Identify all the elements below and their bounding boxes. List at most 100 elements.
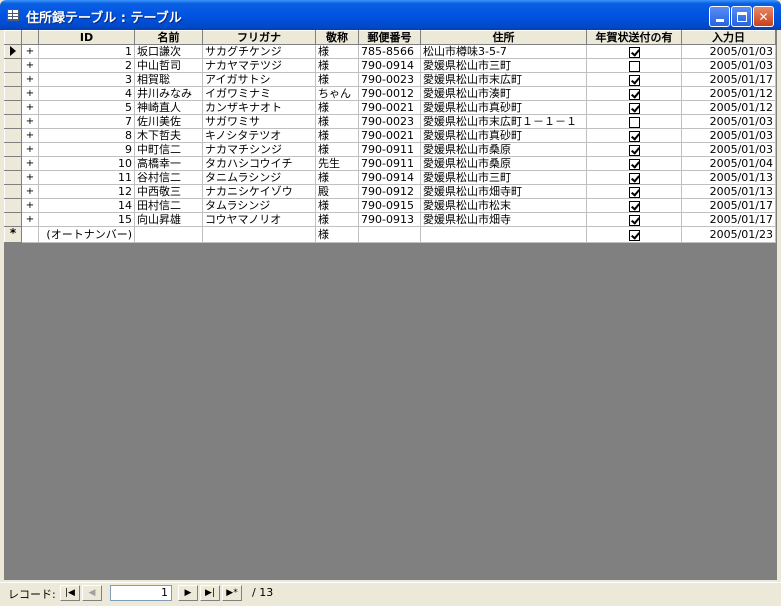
cell-kana[interactable]: タムラシンジ (202, 198, 316, 213)
cell-name[interactable]: 中山哲司 (134, 58, 203, 73)
cell-name[interactable]: 井川みなみ (134, 86, 203, 101)
cell-honorific[interactable]: 様 (315, 198, 359, 213)
subdatasheet-expand[interactable]: + (21, 198, 39, 213)
cell-honorific[interactable]: 様 (315, 100, 359, 115)
table-row[interactable]: +1 坂口謙次 サカグチケンジ様 785-8566 松山市樽味3-5-7 2005/01/… (4, 44, 776, 59)
nenga-checkbox[interactable] (628, 186, 640, 198)
cell-honorific[interactable]: 様 (315, 114, 359, 129)
cell-address[interactable]: 愛媛県松山市桑原 (420, 142, 587, 157)
table-row[interactable]: +9 中町信二 ナカマチシンジ様 790-0911 愛媛県松山市桑原 2005/01/03 (4, 142, 776, 157)
nenga-checkbox[interactable] (628, 229, 640, 241)
record-selector[interactable] (4, 198, 22, 213)
cell-kana[interactable]: イガワミナミ (202, 86, 316, 101)
cell-nenga[interactable] (586, 156, 682, 171)
cell-date[interactable]: 2005/01/17 (681, 198, 776, 213)
record-selector[interactable] (4, 128, 22, 143)
cell-kana[interactable]: アイガサトシ (202, 72, 316, 87)
cell-address[interactable]: 愛媛県松山市末広町１－１－１ (420, 114, 587, 129)
nenga-checkbox[interactable] (628, 144, 640, 156)
cell-zip[interactable]: 790-0911 (358, 142, 421, 157)
cell-zip[interactable]: 790-0912 (358, 184, 421, 199)
nenga-checkbox[interactable] (628, 46, 640, 58)
first-record-button[interactable]: |◀ (60, 585, 80, 601)
cell-kana[interactable]: タニムラシンジ (202, 170, 316, 185)
cell-address[interactable]: 愛媛県松山市三町 (420, 58, 587, 73)
column-header-honorific[interactable]: 敬称 (315, 30, 359, 45)
datasheet-icon[interactable] (7, 9, 19, 21)
minimize-button[interactable] (709, 6, 730, 27)
cell-kana[interactable] (202, 226, 316, 243)
subdatasheet-expand[interactable]: + (21, 58, 39, 73)
cell-nenga[interactable] (586, 114, 682, 129)
cell-zip[interactable]: 790-0021 (358, 128, 421, 143)
table-row[interactable]: +10 高橋幸一 タカハシコウイチ 先生 790-0911 愛媛県松山市桑原 2005/01… (4, 156, 776, 171)
new-record-row[interactable]: * (オートナンバー) 様 2005/01/23 (4, 226, 776, 243)
cell-honorific[interactable]: 様 (315, 58, 359, 73)
table-row[interactable]: +11 谷村信二 タニムラシンジ様 790-0914 愛媛県松山市三町 2005/01/1… (4, 170, 776, 185)
cell-id[interactable]: 14 (38, 198, 135, 213)
record-selector[interactable] (4, 212, 22, 227)
cell-nenga[interactable] (586, 226, 682, 243)
cell-id[interactable]: 15 (38, 212, 135, 227)
cell-date[interactable]: 2005/01/03 (681, 44, 776, 59)
record-selector[interactable] (4, 184, 22, 199)
cell-name[interactable]: 向山昇雄 (134, 212, 203, 227)
cell-kana[interactable]: ナカニシケイゾウ (202, 184, 316, 199)
table-row[interactable]: +15 向山昇雄 コウヤマノリオ様 790-0913 愛媛県松山市畑寺 2005/01/1… (4, 212, 776, 227)
record-selector[interactable] (4, 114, 22, 129)
cell-nenga[interactable] (586, 58, 682, 73)
column-header-nenga[interactable]: 年賀状送付の有 (586, 30, 682, 45)
cell-zip[interactable]: 785-8566 (358, 44, 421, 59)
cell-kana[interactable]: ナカマチシンジ (202, 142, 316, 157)
cell-kana[interactable]: キノシタテツオ (202, 128, 316, 143)
table-row[interactable]: +3 相賀聡 アイガサトシ様 790-0023 愛媛県松山市末広町 2005/01/17 (4, 72, 776, 87)
record-selector[interactable] (4, 170, 22, 185)
cell-kana[interactable]: コウヤマノリオ (202, 212, 316, 227)
column-header-name[interactable]: 名前 (134, 30, 203, 45)
nenga-checkbox[interactable] (628, 158, 640, 170)
record-selector[interactable] (4, 44, 22, 59)
cell-nenga[interactable] (586, 212, 682, 227)
subdatasheet-expand[interactable]: + (21, 142, 39, 157)
last-record-button[interactable]: ▶| (200, 585, 220, 601)
cell-address[interactable]: 愛媛県松山市桑原 (420, 156, 587, 171)
cell-kana[interactable]: タカハシコウイチ (202, 156, 316, 171)
cell-honorific[interactable]: 先生 (315, 156, 359, 171)
cell-date[interactable]: 2005/01/03 (681, 128, 776, 143)
cell-name[interactable]: 中西敬三 (134, 184, 203, 199)
cell-id[interactable]: 11 (38, 170, 135, 185)
cell-nenga[interactable] (586, 72, 682, 87)
cell-date[interactable]: 2005/01/03 (681, 58, 776, 73)
cell-name[interactable]: 中町信二 (134, 142, 203, 157)
record-selector[interactable] (4, 100, 22, 115)
cell-id[interactable]: 3 (38, 72, 135, 87)
cell-id[interactable]: 4 (38, 86, 135, 101)
cell-zip[interactable]: 790-0913 (358, 212, 421, 227)
cell-date[interactable]: 2005/01/12 (681, 100, 776, 115)
title-bar[interactable]: 住所録テーブル : テーブル ✕ (0, 0, 781, 30)
column-header-kana[interactable]: フリガナ (202, 30, 316, 45)
cell-nenga[interactable] (586, 142, 682, 157)
cell-date[interactable]: 2005/01/03 (681, 142, 776, 157)
cell-honorific[interactable]: 様 (315, 72, 359, 87)
nenga-checkbox[interactable] (628, 116, 640, 128)
subdatasheet-expand[interactable]: + (21, 212, 39, 227)
cell-id[interactable]: 9 (38, 142, 135, 157)
cell-date[interactable]: 2005/01/23 (681, 226, 776, 243)
cell-kana[interactable]: サガワミサ (202, 114, 316, 129)
cell-date[interactable]: 2005/01/13 (681, 170, 776, 185)
cell-honorific[interactable]: 様 (315, 128, 359, 143)
cell-address[interactable]: 愛媛県松山市真砂町 (420, 100, 587, 115)
record-selector[interactable] (4, 58, 22, 73)
cell-zip[interactable]: 790-0914 (358, 170, 421, 185)
table-row[interactable]: +4 井川みなみ イガワミナミ ちゃん 790-0012 愛媛県松山市湊町 2005/01/… (4, 86, 776, 101)
cell-nenga[interactable] (586, 44, 682, 59)
record-selector[interactable] (4, 86, 22, 101)
cell-date[interactable]: 2005/01/13 (681, 184, 776, 199)
cell-honorific[interactable]: 殿 (315, 184, 359, 199)
cell-nenga[interactable] (586, 86, 682, 101)
cell-nenga[interactable] (586, 100, 682, 115)
cell-honorific[interactable]: ちゃん (315, 86, 359, 101)
cell-nenga[interactable] (586, 128, 682, 143)
cell-id[interactable]: 10 (38, 156, 135, 171)
